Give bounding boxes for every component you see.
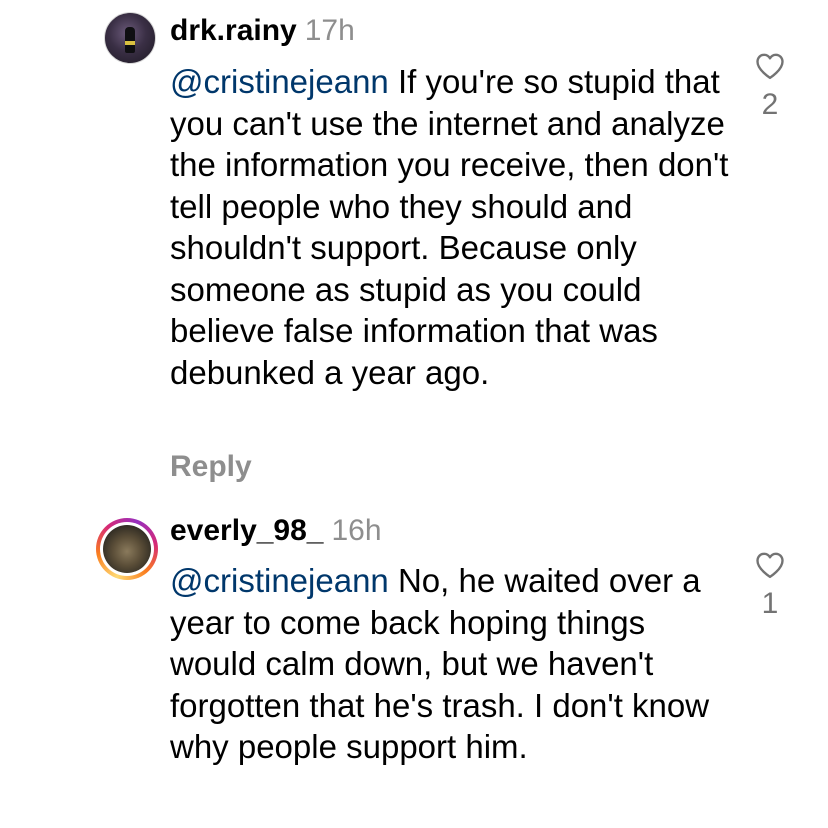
comment-text: @cristinejeann No, he waited over a year… xyxy=(170,560,740,768)
username[interactable]: everly_98_ xyxy=(170,514,324,547)
avatar-story-ring[interactable] xyxy=(96,518,158,580)
reply-button[interactable]: Reply xyxy=(170,450,252,484)
heart-outline-icon[interactable] xyxy=(755,551,785,579)
avatar-figure-detail xyxy=(125,41,135,45)
like-control: 1 xyxy=(742,551,798,621)
timestamp: 17h xyxy=(304,14,355,47)
comment-header: everly_98_ 16h xyxy=(170,514,382,548)
comment-header: drk.rainy 17h xyxy=(170,14,355,48)
mention-link[interactable]: @cristinejeann xyxy=(170,562,389,599)
mention-link[interactable]: @cristinejeann xyxy=(170,63,389,100)
comment-text: @cristinejeann If you're so stupid that … xyxy=(170,61,740,393)
avatar xyxy=(103,525,151,573)
heart-outline-icon[interactable] xyxy=(755,52,785,80)
timestamp: 16h xyxy=(331,514,382,547)
comment-body: If you're so stupid that you can't use t… xyxy=(170,63,729,391)
avatar[interactable] xyxy=(104,12,156,64)
like-count: 1 xyxy=(761,587,779,620)
like-control: 2 xyxy=(742,52,798,122)
username[interactable]: drk.rainy xyxy=(170,14,297,47)
like-count: 2 xyxy=(761,88,779,121)
avatar-figure xyxy=(125,27,135,53)
